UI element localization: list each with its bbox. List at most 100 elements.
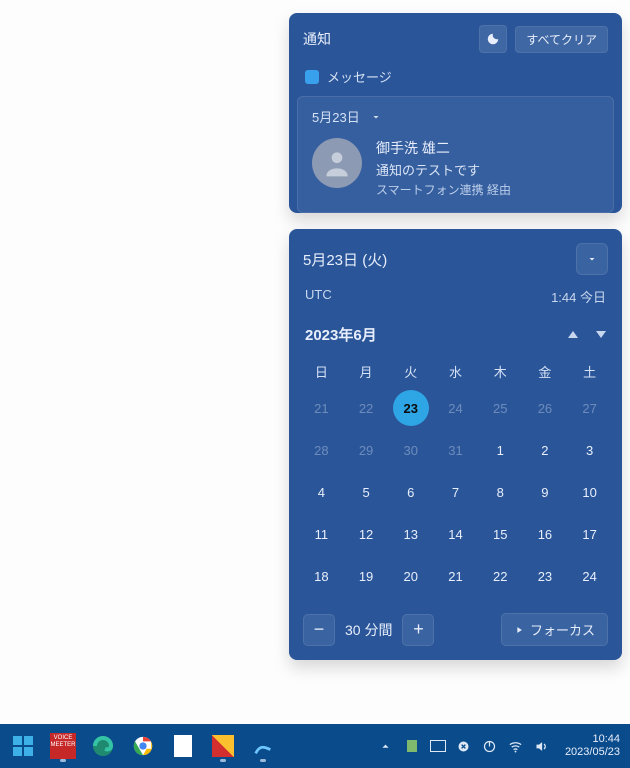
calendar-dow-header: 土 — [567, 357, 612, 385]
calendar-day[interactable]: 12 — [344, 515, 389, 553]
calendar-day[interactable]: 20 — [388, 557, 433, 595]
calendar-day[interactable]: 8 — [478, 473, 523, 511]
calendar-day[interactable]: 10 — [567, 473, 612, 511]
windows-logo-icon — [13, 736, 33, 756]
taskbar-app-generic1[interactable] — [206, 729, 240, 763]
tray-overflow-button[interactable] — [375, 729, 397, 763]
chrome-icon — [132, 735, 154, 757]
calendar-grid: 日月火水木金土212223242526272829303112345678910… — [289, 357, 622, 603]
calendar-day[interactable]: 19 — [344, 557, 389, 595]
calendar-dow-header: 月 — [344, 357, 389, 385]
tray-icon-power[interactable] — [479, 729, 501, 763]
taskbar: VOICEMEETER — [0, 724, 630, 768]
calendar-day[interactable]: 25 — [478, 389, 523, 427]
focus-duration-unit: 分間 — [364, 622, 392, 638]
clock-time: 10:44 — [592, 733, 620, 746]
duration-decrease-button[interactable]: − — [303, 614, 335, 646]
calendar-day[interactable]: 15 — [478, 515, 523, 553]
calendar-day[interactable]: 26 — [523, 389, 568, 427]
calendar-dow-header: 日 — [299, 357, 344, 385]
messages-app-icon — [305, 70, 319, 84]
focus-duration-stepper: − 30 分間 + — [303, 614, 434, 646]
notification-via: スマートフォン連携 経由 — [376, 181, 511, 198]
notification-title: 通知 — [303, 29, 331, 49]
calendar-day[interactable]: 28 — [299, 431, 344, 469]
clear-all-button[interactable]: すべてクリア — [515, 26, 608, 53]
duration-increase-button[interactable]: + — [402, 614, 434, 646]
app-icon — [252, 735, 274, 757]
power-icon — [482, 739, 497, 754]
taskbar-clock[interactable]: 10:44 2023/05/23 — [565, 733, 620, 759]
calendar-panel: 5月23日 (火) UTC 1:44 今日 2023年6月 日月火水木金土212… — [289, 229, 622, 660]
prev-month-button[interactable] — [568, 331, 578, 338]
focus-button[interactable]: フォーカス — [501, 613, 608, 646]
taskbar-app-explorer[interactable] — [166, 729, 200, 763]
notification-date: 5月23日 — [312, 107, 360, 126]
taskbar-app-edge[interactable] — [86, 729, 120, 763]
focus-duration-value: 30 — [345, 622, 361, 638]
moon-icon — [486, 32, 500, 46]
focus-button-label: フォーカス — [530, 620, 595, 639]
tray-icon-2[interactable] — [427, 729, 449, 763]
calendar-header-date[interactable]: 5月23日 (火) — [303, 249, 387, 270]
tray-icon-1[interactable] — [401, 729, 423, 763]
calendar-day[interactable]: 31 — [433, 431, 478, 469]
wifi-icon — [508, 739, 523, 754]
taskbar-app-start[interactable] — [6, 729, 40, 763]
calendar-day[interactable]: 22 — [478, 557, 523, 595]
timezone-label[interactable]: UTC — [305, 287, 332, 306]
calendar-day[interactable]: 24 — [433, 389, 478, 427]
calendar-day[interactable]: 16 — [523, 515, 568, 553]
calendar-day[interactable]: 13 — [388, 515, 433, 553]
timezone-time: 1:44 今日 — [551, 287, 606, 306]
calendar-day[interactable]: 21 — [299, 389, 344, 427]
volume-icon — [534, 739, 549, 754]
calendar-day[interactable]: 29 — [344, 431, 389, 469]
taskbar-app-chrome[interactable] — [126, 729, 160, 763]
calendar-day[interactable]: 3 — [567, 431, 612, 469]
play-icon — [514, 625, 524, 635]
chevron-up-icon — [378, 739, 393, 754]
calendar-day[interactable]: 1 — [478, 431, 523, 469]
calendar-day[interactable]: 5 — [344, 473, 389, 511]
notification-app-label[interactable]: メッセージ — [289, 59, 622, 96]
tray-icon-3[interactable] — [453, 729, 475, 763]
calendar-day[interactable]: 17 — [567, 515, 612, 553]
calendar-day[interactable]: 4 — [299, 473, 344, 511]
calendar-month-label[interactable]: 2023年6月 — [305, 324, 377, 345]
calendar-day[interactable]: 18 — [299, 557, 344, 595]
notification-app-name: メッセージ — [327, 67, 392, 86]
calendar-day[interactable]: 11 — [299, 515, 344, 553]
tray-icon-wifi[interactable] — [505, 729, 527, 763]
notification-item[interactable]: 5月23日 御手洗 雄二 通知のテストです スマートフォン連携 経由 — [297, 96, 614, 213]
calendar-day[interactable]: 21 — [433, 557, 478, 595]
calendar-dow-header: 木 — [478, 357, 523, 385]
calendar-day[interactable]: 6 — [388, 473, 433, 511]
calendar-day[interactable]: 27 — [567, 389, 612, 427]
person-icon — [321, 147, 353, 179]
taskbar-app-voicemeeter[interactable]: VOICEMEETER — [46, 729, 80, 763]
next-month-button[interactable] — [596, 331, 606, 338]
calendar-day[interactable]: 30 — [388, 431, 433, 469]
calendar-day[interactable]: 7 — [433, 473, 478, 511]
chevron-down-icon[interactable] — [370, 111, 382, 123]
calendar-dow-header: 火 — [388, 357, 433, 385]
calendar-dow-header: 金 — [523, 357, 568, 385]
calendar-day[interactable]: 22 — [344, 389, 389, 427]
edge-icon — [91, 734, 115, 758]
close-circle-icon — [456, 739, 471, 754]
calendar-collapse-button[interactable] — [576, 243, 608, 275]
calendar-day[interactable]: 9 — [523, 473, 568, 511]
notification-body: 通知のテストです — [376, 160, 511, 179]
do-not-disturb-button[interactable] — [479, 25, 507, 53]
calendar-day[interactable]: 14 — [433, 515, 478, 553]
calendar-day[interactable]: 23 — [523, 557, 568, 595]
tray-icon-volume[interactable] — [531, 729, 553, 763]
notification-panel: 通知 すべてクリア メッセージ 5月23日 御手洗 雄二 — [289, 13, 622, 213]
calendar-day[interactable]: 24 — [567, 557, 612, 595]
calendar-day[interactable]: 2 — [523, 431, 568, 469]
taskbar-app-generic2[interactable] — [246, 729, 280, 763]
clock-date: 2023/05/23 — [565, 746, 620, 759]
calendar-day-today[interactable]: 23 — [393, 390, 429, 426]
notification-sender: 御手洗 雄二 — [376, 138, 511, 158]
